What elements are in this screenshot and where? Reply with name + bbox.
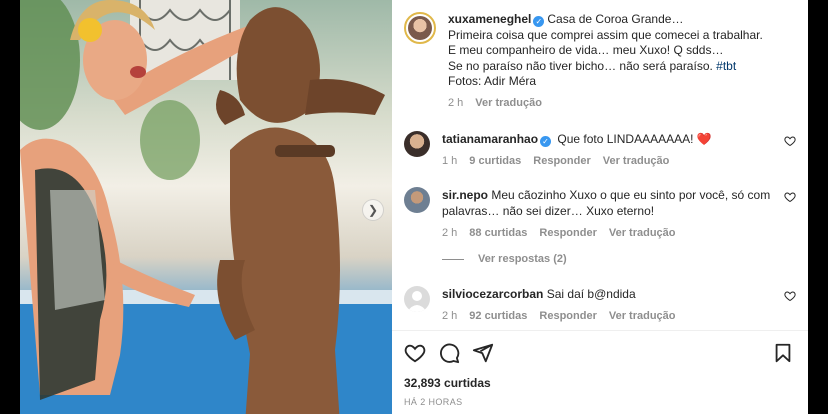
verified-badge-icon: ✓: [540, 136, 552, 147]
comment-item: silviocezarcorban Sai daí b@ndida 2 h 92…: [404, 286, 808, 324]
comment-body: tatianamaranhao ✓ Que foto LINDAAAAAAA! ❤…: [442, 131, 772, 169]
comment-body: sir.nepo Meu cãozinho Xuxo o que eu sint…: [442, 187, 772, 241]
comment-text: Sai daí b@ndida: [546, 287, 636, 301]
default-avatar-icon: [407, 291, 427, 312]
replies-divider-line: [442, 258, 464, 260]
comment-meta: 2 h 92 curtidas Responder Ver tradução: [442, 308, 772, 324]
comment-translate-link[interactable]: Ver tradução: [603, 153, 670, 169]
heart-emoji: ❤️: [696, 132, 712, 146]
comment-time: 1 h: [442, 155, 458, 167]
screenshot-frame: ❯ xuxameneghel ✓ Casa de Coroa Grande… Pri…: [0, 0, 828, 414]
comment-translate-link[interactable]: Ver tradução: [609, 308, 676, 324]
comment-like-heart-icon[interactable]: [784, 191, 796, 203]
comment-likes[interactable]: 92 curtidas: [469, 308, 527, 324]
comment-likes[interactable]: 9 curtidas: [469, 153, 521, 169]
caption-line-4: Se no paraíso não tiver bicho… não será …: [448, 58, 713, 73]
plant: [140, 100, 200, 180]
plant: [20, 0, 80, 130]
comment-meta: 1 h 9 curtidas Responder Ver tradução: [442, 153, 772, 169]
comment-like-heart-icon[interactable]: [784, 135, 796, 147]
hashtag-link[interactable]: #tbt: [716, 59, 736, 73]
caption-meta: 2 h Ver tradução: [448, 96, 763, 112]
comment-item: sir.nepo Meu cãozinho Xuxo o que eu sint…: [404, 187, 808, 241]
post-details-panel: xuxameneghel ✓ Casa de Coroa Grande… Prime…: [392, 0, 808, 414]
caption-line-2: Primeira coisa que comprei assim que com…: [448, 27, 763, 42]
post-timestamp[interactable]: HÁ 2 HORAS: [404, 397, 463, 407]
heart-icon[interactable]: [404, 342, 426, 364]
caption-body: xuxameneghel ✓ Casa de Coroa Grande… Prime…: [448, 12, 763, 111]
author-username[interactable]: xuxameneghel: [448, 12, 531, 26]
verified-badge-icon: ✓: [533, 16, 545, 27]
caption-line-3: E meu companheiro de vida… meu Xuxo! Q s…: [448, 43, 724, 57]
author-avatar[interactable]: [404, 12, 436, 44]
commenter-username[interactable]: silviocezarcorban: [442, 287, 543, 301]
comment-time: 2 h: [442, 227, 458, 239]
commenter-avatar[interactable]: [404, 131, 430, 157]
caption-translate-link[interactable]: Ver tradução: [475, 96, 542, 112]
comment-icon[interactable]: [438, 342, 460, 364]
chevron-right-icon: ❯: [367, 203, 379, 217]
comment-text: Meu cãozinho Xuxo o que eu sinto por voc…: [442, 188, 771, 218]
instagram-post-card: ❯ xuxameneghel ✓ Casa de Coroa Grande… Pri…: [20, 0, 808, 414]
post-caption: xuxameneghel ✓ Casa de Coroa Grande… Prime…: [404, 12, 800, 111]
view-replies-button[interactable]: Ver respostas (2): [442, 253, 567, 265]
caption-time: 2 h: [448, 96, 464, 109]
dog-collar: [275, 145, 335, 157]
caption-line-1: Casa de Coroa Grande…: [547, 12, 684, 26]
comment-time: 2 h: [442, 310, 458, 322]
comment-likes[interactable]: 88 curtidas: [469, 225, 527, 241]
author-avatar-image: [408, 16, 432, 40]
carousel-next-button[interactable]: ❯: [362, 199, 384, 221]
hair-flower: [78, 18, 102, 42]
reply-button[interactable]: Responder: [539, 308, 596, 324]
comment-meta: 2 h 88 curtidas Responder Ver tradução: [442, 225, 772, 241]
likes-count[interactable]: 32,893 curtidas: [404, 376, 491, 390]
comment-like-heart-icon[interactable]: [784, 290, 796, 302]
commenter-avatar[interactable]: [404, 286, 430, 312]
reply-button[interactable]: Responder: [539, 225, 596, 241]
commenter-username[interactable]: tatianamaranhao: [442, 132, 538, 146]
bookmark-icon[interactable]: [772, 342, 794, 364]
commenter-avatar[interactable]: [404, 187, 430, 213]
comment-text: Que foto LINDAAAAAAA!: [557, 132, 694, 146]
view-replies-label: Ver respostas (2): [478, 253, 567, 265]
post-action-bar: [404, 342, 808, 364]
woman-mouth: [130, 66, 146, 78]
dog-ear: [305, 79, 385, 115]
actions-divider: [392, 330, 808, 331]
caption-line-5: Fotos: Adir Méra: [448, 74, 537, 88]
comment-translate-link[interactable]: Ver tradução: [609, 225, 676, 241]
send-icon[interactable]: [472, 342, 494, 364]
comment-item: tatianamaranhao ✓ Que foto LINDAAAAAAA! ❤…: [404, 131, 808, 169]
commenter-username[interactable]: sir.nepo: [442, 188, 488, 202]
comment-body: silviocezarcorban Sai daí b@ndida 2 h 92…: [442, 286, 772, 324]
photo-illustration: [20, 0, 392, 414]
reply-button[interactable]: Responder: [533, 153, 590, 169]
post-photo: ❯: [20, 0, 392, 414]
